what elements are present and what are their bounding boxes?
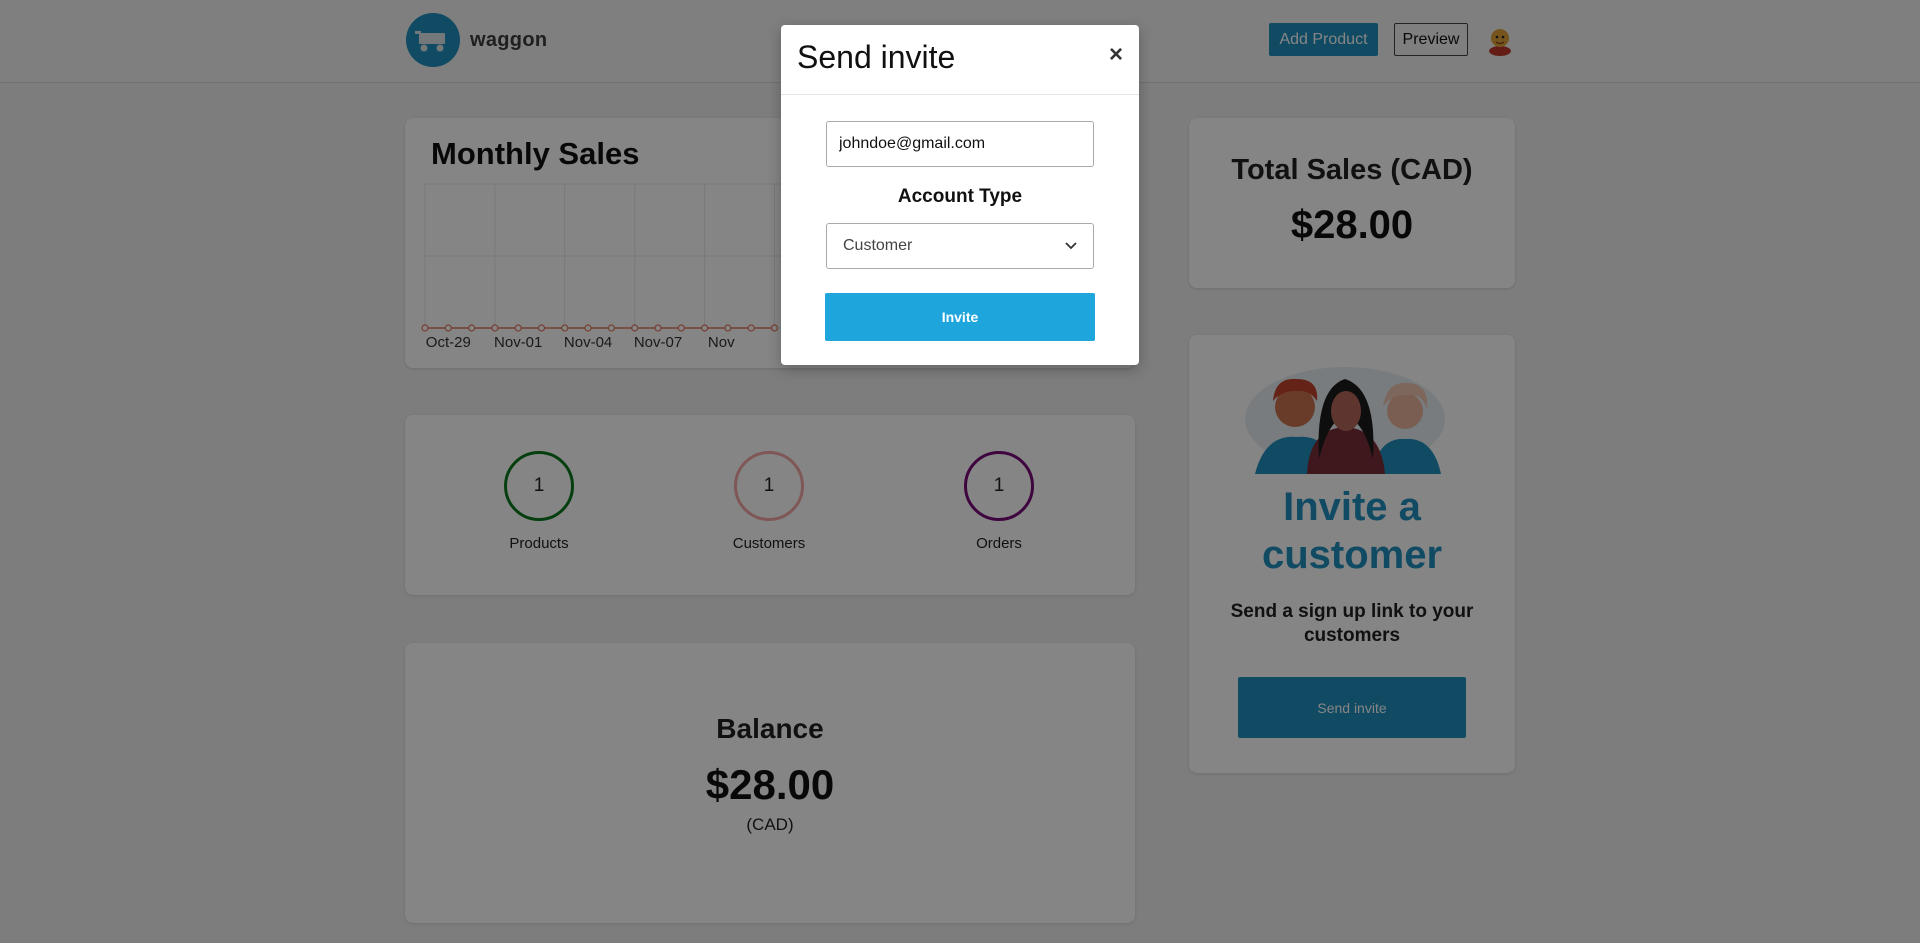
modal-title: Send invite — [797, 39, 956, 75]
invite-button[interactable]: Invite — [825, 293, 1095, 341]
modal-header: Send invite × — [781, 25, 1139, 95]
account-type-label: Account Type — [897, 186, 1023, 207]
send-invite-modal: Send invite × Account Type Customer Invi… — [781, 25, 1139, 365]
email-input[interactable] — [826, 121, 1094, 167]
account-type-selected: Customer — [843, 237, 913, 254]
chevron-down-icon — [1065, 242, 1077, 250]
account-type-select[interactable]: Customer — [826, 223, 1094, 269]
close-icon[interactable]: × — [1109, 41, 1123, 69]
